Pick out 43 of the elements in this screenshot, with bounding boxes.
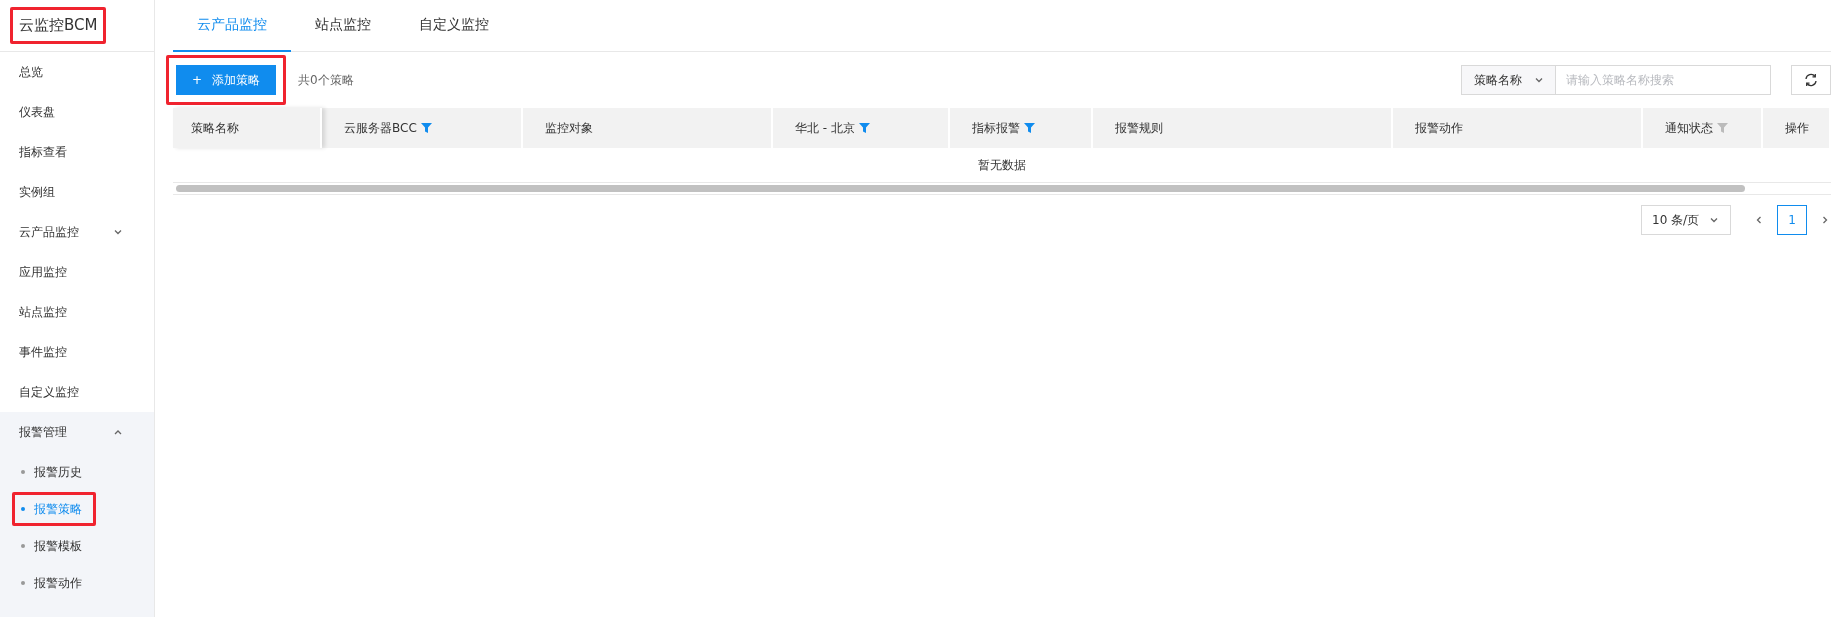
- sidebar-subitem[interactable]: 报警模板: [12, 529, 96, 563]
- refresh-button[interactable]: [1791, 65, 1831, 95]
- column-header: 策略名称: [173, 108, 322, 148]
- sidebar-item[interactable]: 仪表盘: [0, 92, 154, 132]
- search-type-select[interactable]: 策略名称: [1461, 65, 1556, 95]
- column-header: 云服务器BCC: [322, 108, 523, 148]
- sidebar-item[interactable]: 自定义监控: [0, 372, 154, 412]
- sidebar-item[interactable]: 云产品监控: [0, 212, 154, 252]
- filter-icon[interactable]: [1717, 123, 1728, 133]
- page-button[interactable]: 1: [1777, 205, 1807, 235]
- search-field[interactable]: 请输入策略名称搜索: [1556, 65, 1771, 95]
- column-header: 报警规则: [1093, 108, 1393, 148]
- tab[interactable]: 自定义监控: [395, 0, 513, 52]
- policy-count: 共0个策略: [298, 71, 354, 89]
- column-header: 监控对象: [523, 108, 773, 148]
- sidebar-subitem[interactable]: 报警动作: [12, 566, 96, 600]
- column-header: 操作: [1763, 108, 1831, 148]
- sidebar-item[interactable]: 指标查看: [0, 132, 154, 172]
- page-size-select[interactable]: 10 条/页: [1641, 205, 1731, 235]
- tab[interactable]: 站点监控: [291, 0, 395, 52]
- tab[interactable]: 云产品监控: [173, 0, 291, 52]
- bullet-icon: [21, 544, 25, 548]
- column-header: 指标报警: [950, 108, 1093, 148]
- app-title: 云监控BCM: [10, 7, 107, 44]
- column-header: 通知状态: [1643, 108, 1763, 148]
- sidebar-item[interactable]: 事件监控: [0, 332, 154, 372]
- filter-icon[interactable]: [858, 123, 870, 133]
- column-header: 华北 - 北京: [773, 108, 950, 148]
- filter-icon[interactable]: [1024, 123, 1035, 133]
- sidebar-item[interactable]: 应用监控: [0, 252, 154, 292]
- sidebar-item[interactable]: 总览: [0, 52, 154, 92]
- scrollbar-thumb[interactable]: [176, 185, 1746, 192]
- bullet-icon: [21, 581, 25, 585]
- column-header: 报警动作: [1393, 108, 1643, 148]
- sidebar-item[interactable]: 实例组: [0, 172, 154, 212]
- bullet-icon: [21, 507, 25, 511]
- sidebar-item[interactable]: 站点监控: [0, 292, 154, 332]
- sidebar-subitem[interactable]: 报警历史: [12, 455, 96, 489]
- empty-message: 暂无数据: [977, 156, 1027, 174]
- filter-icon[interactable]: [420, 123, 432, 133]
- refresh-icon: [1804, 73, 1818, 87]
- bullet-icon: [21, 470, 25, 474]
- add-button[interactable]: + 添加策略: [176, 65, 277, 95]
